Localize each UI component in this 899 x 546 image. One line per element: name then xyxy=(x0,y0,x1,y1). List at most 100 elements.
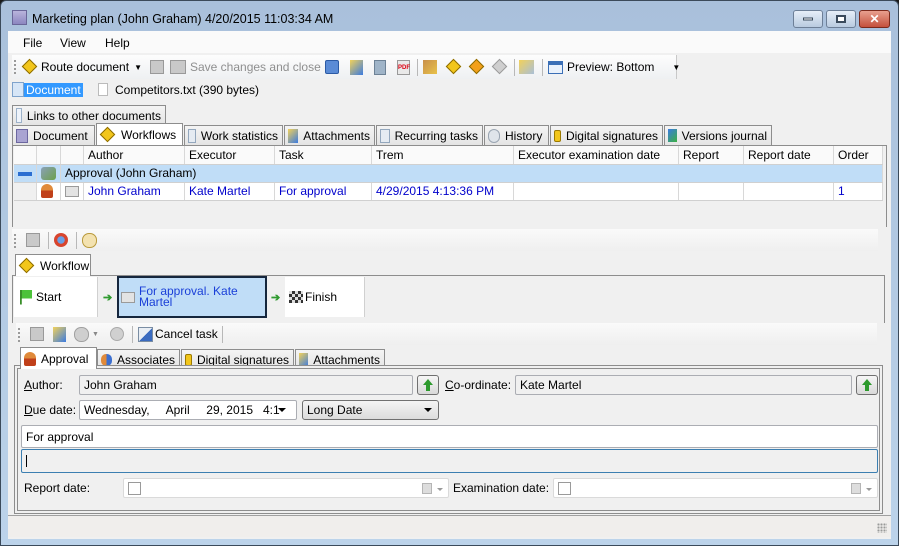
tab-digital-signatures[interactable]: Digital signatures xyxy=(550,125,663,145)
save-icon xyxy=(30,327,44,341)
pdf-button[interactable]: PDF xyxy=(397,59,410,75)
author-field[interactable]: John Graham xyxy=(79,375,413,395)
preview-dropdown[interactable]: Preview: Bottom ▼ xyxy=(548,59,680,75)
tab-versions-journal[interactable]: Versions journal xyxy=(664,125,772,145)
workflow-save-button[interactable] xyxy=(26,232,40,248)
tab-workflows[interactable]: Workflows xyxy=(96,123,183,145)
document-chip-label: Document xyxy=(24,82,83,97)
toolbar-separator xyxy=(542,59,543,76)
comment-field[interactable] xyxy=(21,449,878,473)
examination-date-picker[interactable] xyxy=(553,478,878,498)
workflow-deadline-button[interactable] xyxy=(82,232,97,248)
tab-work-statistics[interactable]: Work statistics xyxy=(184,125,283,145)
toolbar-grip[interactable] xyxy=(14,60,16,74)
tab-attachments[interactable]: Attachments xyxy=(284,125,375,145)
column-order[interactable]: Order xyxy=(833,146,883,165)
tab-task-attachments[interactable]: Attachments xyxy=(295,349,385,369)
properties-button[interactable] xyxy=(519,59,534,75)
toolbar-grip[interactable] xyxy=(18,328,20,342)
task-save-button[interactable] xyxy=(30,326,44,342)
examination-date-label: Examination date: xyxy=(453,481,550,495)
toolbar-separator xyxy=(48,232,49,249)
tab-associates[interactable]: Associates xyxy=(97,349,180,369)
table-row[interactable]: John Graham Kate Martel For approval 4/2… xyxy=(14,182,883,201)
coordinate-field[interactable]: Kate Martel xyxy=(515,375,852,395)
document-icon xyxy=(16,128,28,143)
column-author[interactable]: Author xyxy=(83,146,185,165)
cancel-task-button[interactable]: Cancel task xyxy=(138,326,218,342)
cell-trem[interactable]: 4/29/2015 4:13:36 PM xyxy=(371,182,514,201)
toolbar-grip[interactable] xyxy=(14,234,16,248)
menu-file[interactable]: File xyxy=(23,36,42,50)
workflow-step-approval[interactable]: For approval. Kate Martel xyxy=(117,276,267,318)
tab-document[interactable]: Document xyxy=(12,125,95,145)
tab-links-to-other-documents[interactable]: Links to other documents xyxy=(12,105,166,125)
workflow-step-finish[interactable]: Finish xyxy=(285,277,365,317)
due-date-picker[interactable]: Wednesday, April 29, 2015 4:1 xyxy=(79,400,297,420)
attach-button[interactable] xyxy=(350,59,363,75)
cell-executor[interactable]: Kate Martel xyxy=(184,182,275,201)
title-bar[interactable]: Marketing plan (John Graham) 4/20/2015 1… xyxy=(1,1,898,31)
attachment-chip[interactable]: Competitors.txt (390 bytes) xyxy=(98,81,259,98)
stop-route-button[interactable] xyxy=(468,59,485,75)
task-stop-button[interactable] xyxy=(110,326,124,342)
cell-task[interactable]: For approval xyxy=(274,182,372,201)
tab-recurring-tasks[interactable]: Recurring tasks xyxy=(376,125,483,145)
task-text-field[interactable]: For approval xyxy=(21,425,878,448)
route-start-icon xyxy=(445,59,462,75)
date-format-select[interactable]: Long Date xyxy=(302,400,439,420)
user-icon xyxy=(41,184,53,199)
route-document-label: Route document xyxy=(41,60,130,74)
menu-view[interactable]: View xyxy=(60,36,86,50)
cell-order[interactable]: 1 xyxy=(833,182,883,201)
tab-task-digital-signatures[interactable]: Digital signatures xyxy=(181,349,294,369)
route-document-button[interactable]: Route document ▼ xyxy=(21,59,142,75)
column-task[interactable]: Task xyxy=(274,146,372,165)
author-select-button[interactable] xyxy=(417,375,439,395)
tab-workflow[interactable]: Workflow xyxy=(15,254,91,276)
scan-button[interactable] xyxy=(374,59,386,75)
column-executor[interactable]: Executor xyxy=(184,146,275,165)
cell-author[interactable]: John Graham xyxy=(83,182,185,201)
coordinate-select-button[interactable] xyxy=(856,375,878,395)
column-trem[interactable]: Trem xyxy=(371,146,514,165)
tab-history[interactable]: History xyxy=(484,125,549,145)
tab-label: Links to other documents xyxy=(26,108,161,123)
document-chip[interactable]: Document xyxy=(12,81,83,98)
workflow-toolbar xyxy=(12,229,878,251)
menu-help[interactable]: Help xyxy=(105,36,130,50)
column-report[interactable]: Report xyxy=(678,146,744,165)
collapse-toggle[interactable] xyxy=(14,164,37,183)
examination-date-checkbox[interactable] xyxy=(558,482,571,495)
resize-grip-icon[interactable] xyxy=(877,523,887,533)
maximize-button[interactable] xyxy=(826,10,856,28)
start-route-button[interactable] xyxy=(445,59,462,75)
chevron-down-icon xyxy=(437,488,443,491)
save-button[interactable] xyxy=(150,59,164,75)
settings-button[interactable] xyxy=(325,59,339,75)
task-attach-button[interactable] xyxy=(53,326,66,342)
report-date-picker[interactable] xyxy=(123,478,449,498)
report-date-checkbox[interactable] xyxy=(128,482,141,495)
route-icon xyxy=(99,126,116,143)
cell-report-date[interactable] xyxy=(743,182,834,201)
route-back-button[interactable] xyxy=(491,59,508,75)
tab-label: Versions journal xyxy=(681,128,767,143)
stop-route-icon xyxy=(54,233,68,247)
minimize-button[interactable] xyxy=(793,10,823,28)
due-date-label: Due date: xyxy=(24,403,77,417)
save-close-button[interactable]: Save changes and close xyxy=(170,59,321,75)
workflow-stop-button[interactable] xyxy=(54,232,68,248)
close-button[interactable]: ✕ xyxy=(859,10,890,28)
recurring-icon xyxy=(380,128,390,143)
cell-executor-examination-date[interactable] xyxy=(513,182,679,201)
sign-button[interactable] xyxy=(423,59,437,75)
column-executor-examination-date[interactable]: Executor examination date xyxy=(513,146,679,165)
task-delegate-dropdown[interactable]: ▼ xyxy=(74,326,99,342)
column-report-date[interactable]: Report date xyxy=(743,146,834,165)
workflow-step-start[interactable]: Start xyxy=(14,277,98,317)
group-row[interactable]: Approval (John Graham) xyxy=(14,164,883,183)
tab-approval[interactable]: Approval xyxy=(20,347,97,369)
cell-report[interactable] xyxy=(678,182,744,201)
user-icon-cell xyxy=(36,182,61,201)
